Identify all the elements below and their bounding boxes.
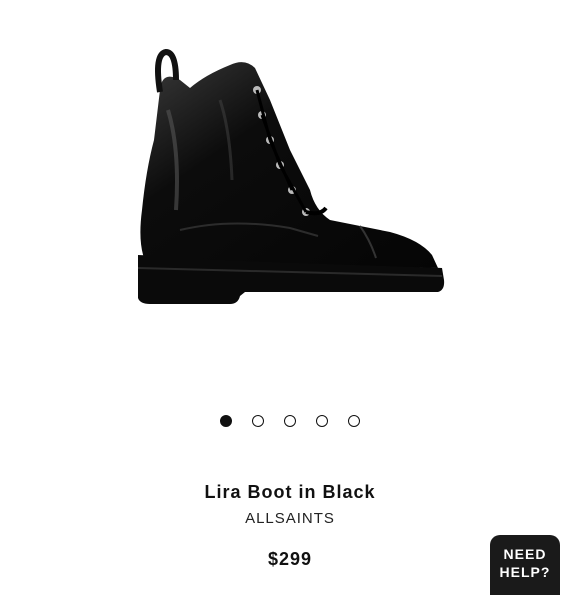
need-help-label-line2: HELP?: [499, 564, 551, 580]
product-brand[interactable]: ALLSAINTS: [0, 510, 580, 527]
carousel-dot-4[interactable]: [316, 415, 328, 427]
boot-icon: [137, 48, 445, 304]
need-help-button[interactable]: NEED HELP?: [490, 535, 560, 595]
product-image[interactable]: [120, 40, 460, 320]
carousel-dot-5[interactable]: [348, 415, 360, 427]
image-carousel-dots: [0, 415, 580, 427]
carousel-dot-3[interactable]: [284, 415, 296, 427]
carousel-dot-1[interactable]: [220, 415, 232, 427]
carousel-dot-2[interactable]: [252, 415, 264, 427]
product-title: Lira Boot in Black: [204, 482, 376, 502]
need-help-label-line1: NEED: [503, 546, 547, 562]
